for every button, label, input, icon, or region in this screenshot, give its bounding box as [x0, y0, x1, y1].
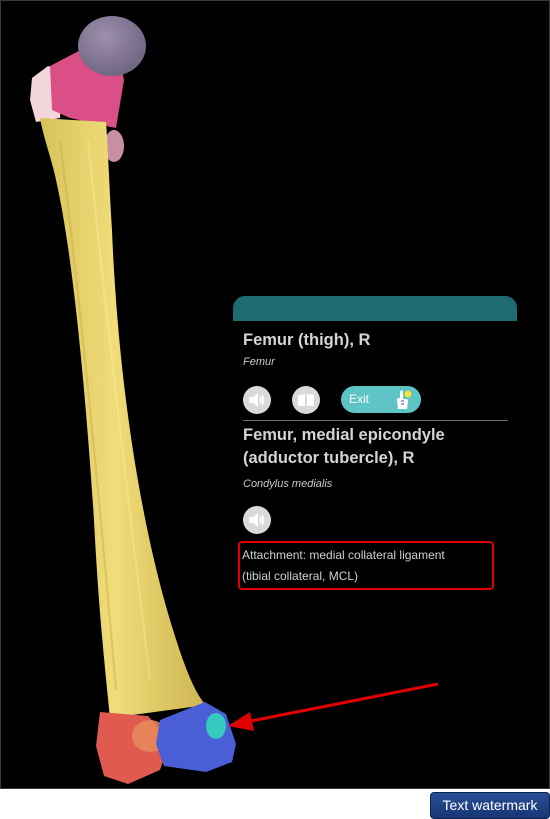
highlight-box: [238, 541, 494, 590]
3d-viewport[interactable]: Femur (thigh), R Femur Exit Femur, media…: [0, 0, 550, 789]
hand-pointer-icon: [397, 390, 412, 409]
exit-button[interactable]: Exit: [341, 386, 421, 413]
reference-book-button[interactable]: [292, 386, 320, 414]
speaker-icon: [249, 393, 265, 407]
medial-condyle: [156, 702, 236, 772]
detail-title-line-1: Femur, medial epicondyle: [243, 426, 445, 444]
speaker-icon: [249, 513, 265, 527]
info-panel-header: [233, 296, 517, 321]
detail-latin-name: Condylus medialis: [243, 478, 333, 490]
structure-title: Femur (thigh), R: [243, 331, 371, 349]
femur-shaft: [40, 118, 206, 718]
watermark-label: Text watermark: [430, 792, 550, 819]
detail-title-line-2: (adductor tubercle), R: [243, 449, 415, 467]
exit-button-label: Exit: [349, 392, 370, 406]
structure-latin-name: Femur: [243, 356, 275, 368]
audio-button[interactable]: [243, 386, 271, 414]
femoral-head: [78, 16, 146, 76]
book-icon: [298, 394, 314, 406]
red-arrow: [228, 682, 439, 731]
detail-audio-button[interactable]: [243, 506, 271, 534]
medial-epicondyle: [206, 713, 226, 739]
section-divider: [243, 420, 508, 421]
